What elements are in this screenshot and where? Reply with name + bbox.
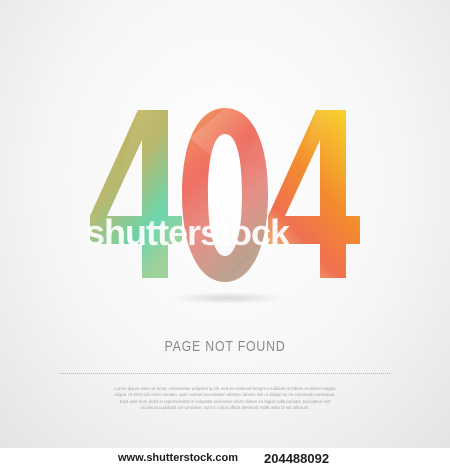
- error-code-graphic: [90, 108, 360, 282]
- placeholder-paragraph: Lorem ipsum dolor sit amet, consectetur …: [114, 386, 336, 410]
- dotted-divider: [60, 373, 390, 374]
- graphic-shadow: [168, 292, 288, 304]
- stock-footer: www.shutterstock.com 204488092: [0, 448, 450, 470]
- stock-site-link[interactable]: www.shutterstock.com: [118, 452, 238, 464]
- page-not-found-heading: PAGE NOT FOUND: [164, 338, 286, 355]
- stock-image-id: 204488092: [264, 451, 330, 466]
- digit-zero: [182, 108, 268, 282]
- error-canvas: shutterstock PAGE NOT FOUND Lorem ipsum …: [0, 0, 450, 448]
- watermark-text: shutterstock: [85, 212, 290, 253]
